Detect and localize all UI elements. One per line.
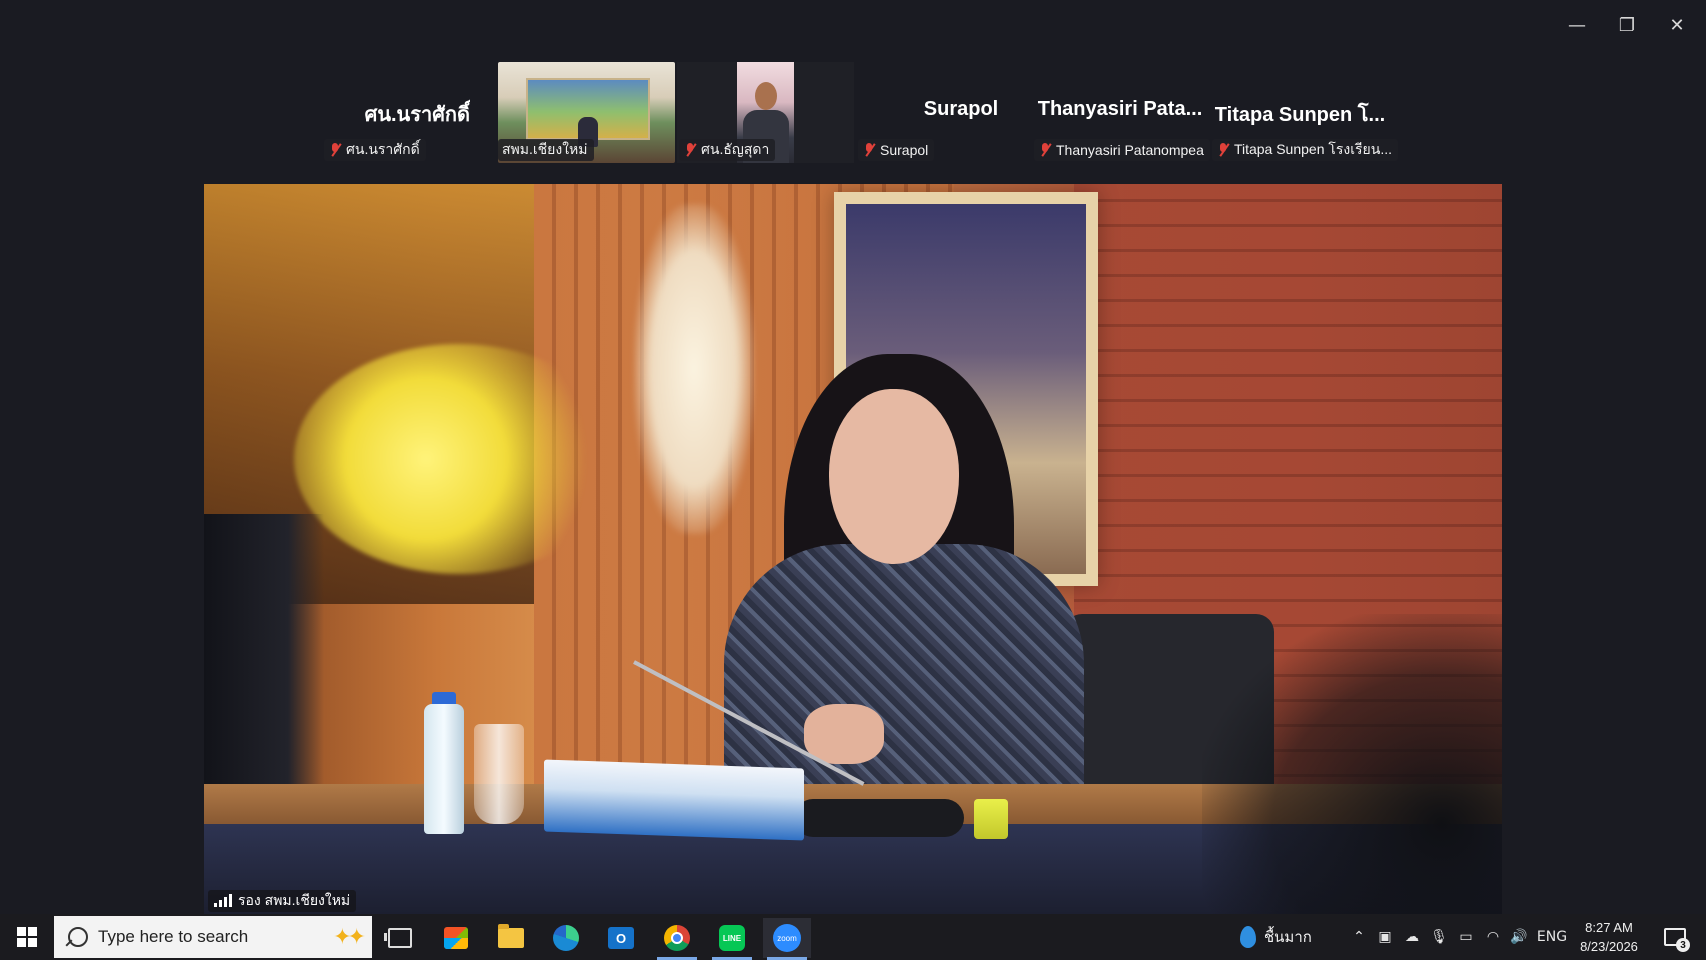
participant-video-tile[interactable]: ศน.ธัญสุดา (677, 62, 854, 163)
language-indicator[interactable]: ENG (1534, 914, 1570, 960)
search-icon (68, 927, 88, 947)
participant-tag-label: สพม.เชียงใหม่ (502, 141, 588, 157)
mic-muted-icon (1038, 142, 1052, 158)
speaker-name-label: รอง สพม.เชียงใหม่ (238, 892, 351, 908)
weather-widget[interactable]: ชื้นมาก (1240, 914, 1312, 960)
windows-logo-icon (17, 927, 37, 947)
file-explorer-icon (498, 924, 524, 948)
chrome-icon (664, 925, 690, 951)
participant-name-tag: Thanyasiri Patanompea (1034, 139, 1210, 161)
video-scene-glass (474, 724, 524, 824)
participant-name-tag: Titapa Sunpen โรงเรียน... (1212, 139, 1398, 161)
minimize-icon: — (1568, 14, 1586, 36)
taskbar-app-zoom[interactable]: zoom (763, 918, 811, 960)
tray-battery[interactable]: ▭ (1454, 914, 1478, 960)
participant-tile[interactable]: Surapol Surapol (856, 62, 1026, 163)
tray-meet-now[interactable]: ▣ (1374, 914, 1396, 960)
participant-tag-label: ศน.นราศักดิ์ (346, 141, 420, 157)
taskbar-app-outlook[interactable]: O (597, 918, 645, 958)
participant-display-name: Surapol (923, 98, 999, 120)
mic-muted-icon (1216, 142, 1230, 158)
line-icon: LINE (719, 925, 745, 951)
mic-muted-icon (328, 142, 342, 158)
video-scene-yellow-flowers (294, 344, 624, 574)
connection-signal-icon (214, 894, 232, 907)
outlook-icon: O (608, 927, 634, 949)
video-scene-speaker-hands (804, 704, 884, 764)
windows-taskbar: Type here to search ✦✦ O LINE zoom ชื้นม… (0, 914, 1706, 960)
video-scene-speaker-face (829, 389, 959, 564)
notification-center-button[interactable]: 3 (1660, 922, 1690, 952)
participant-tile[interactable]: Titapa Sunpen โ... Titapa Sunpen โรงเรีย… (1212, 62, 1398, 163)
speaker-volume-icon: 🔊 (1510, 929, 1528, 945)
participant-name-tag: สพม.เชียงใหม่ (498, 139, 594, 161)
video-scene-white-flowers (634, 204, 754, 534)
speaker-name-tag: รอง สพม.เชียงใหม่ (208, 890, 357, 912)
notification-count-badge: 3 (1676, 938, 1690, 952)
search-placeholder: Type here to search (98, 927, 249, 946)
humidity-drop-icon (1240, 926, 1256, 948)
mic-muted-icon (862, 142, 876, 158)
clock-date: 8/23/2026 (1580, 939, 1638, 954)
taskbar-search-box[interactable]: Type here to search ✦✦ (54, 916, 372, 958)
tray-volume[interactable]: 🔊 (1508, 914, 1530, 960)
battery-icon: ▭ (1459, 929, 1473, 945)
video-frame-face (755, 82, 777, 110)
close-button[interactable]: ✕ (1654, 8, 1700, 42)
participant-name-tag: ศน.นราศักดิ์ (324, 139, 426, 161)
show-hidden-icons-button[interactable]: ⌃ (1348, 914, 1370, 960)
restore-icon: ❐ (1618, 14, 1636, 36)
taskbar-app-edge[interactable] (542, 918, 590, 958)
microsoft-store-icon (444, 927, 468, 949)
main-speaker-video[interactable]: รอง สพม.เชียงใหม่ (204, 184, 1502, 914)
video-scene-yellow-can (974, 799, 1008, 839)
participant-tag-label: Titapa Sunpen โรงเรียน... (1233, 141, 1392, 157)
participant-tag-label: Surapol (880, 142, 929, 158)
taskbar-app-line[interactable]: LINE (708, 918, 756, 960)
participant-video-tile[interactable]: สพม.เชียงใหม่ (498, 62, 675, 163)
participant-name-tag: Surapol (858, 139, 935, 161)
participant-display-name: Thanyasiri Pata... (1037, 98, 1203, 120)
video-scene-microphone-base (794, 799, 964, 837)
language-label: ENG (1536, 929, 1568, 945)
participant-tag-label: ศน.ธัญสุดา (701, 141, 770, 157)
taskbar-app-store[interactable] (432, 918, 480, 958)
video-scene-water-bottle (424, 704, 464, 834)
taskbar-clock[interactable]: 8:27 AM 8/23/2026 (1566, 918, 1652, 956)
microphone-icon: 🎙 (1430, 929, 1448, 945)
task-view-button[interactable] (376, 918, 424, 958)
chevron-up-icon: ⌃ (1353, 929, 1365, 945)
cloud-off-icon: ☁ (1405, 929, 1419, 945)
tray-network[interactable]: ◠ (1482, 914, 1504, 960)
participant-tile[interactable]: Thanyasiri Pata... Thanyasiri Patanompea (1034, 62, 1210, 163)
video-scene-foreground-shadow (1202, 614, 1502, 914)
participant-name-tag: ศน.ธัญสุดา (679, 139, 776, 161)
start-button[interactable] (6, 920, 48, 954)
participant-tag-label: Thanyasiri Patanompea (1056, 142, 1204, 158)
edge-icon (553, 925, 579, 951)
wifi-icon: ◠ (1486, 929, 1500, 945)
participant-display-name: Titapa Sunpen โ... (1214, 104, 1386, 126)
participant-display-name: ศน.นราศักดิ์ (364, 104, 470, 126)
camera-icon: ▣ (1378, 929, 1392, 945)
task-view-icon (384, 928, 412, 948)
video-scene-nameplate (544, 759, 804, 841)
clock-time: 8:27 AM (1585, 920, 1633, 935)
mic-muted-icon (683, 142, 697, 158)
taskbar-app-chrome[interactable] (653, 918, 701, 960)
restore-button[interactable]: ❐ (1604, 8, 1650, 42)
taskbar-app-file-explorer[interactable] (487, 918, 535, 958)
zoom-icon: zoom (773, 924, 801, 952)
weather-text: ชื้นมาก (1264, 929, 1312, 946)
tray-microphone[interactable]: 🎙 (1428, 914, 1450, 960)
participant-tile[interactable]: ศน.นราศักดิ์ ศน.นราศักดิ์ (320, 62, 470, 163)
close-icon: ✕ (1669, 14, 1685, 36)
minimize-button[interactable]: — (1554, 8, 1600, 42)
tray-onedrive[interactable]: ☁ (1400, 914, 1424, 960)
search-highlight-sparkle-icon: ✦✦ (333, 924, 366, 949)
